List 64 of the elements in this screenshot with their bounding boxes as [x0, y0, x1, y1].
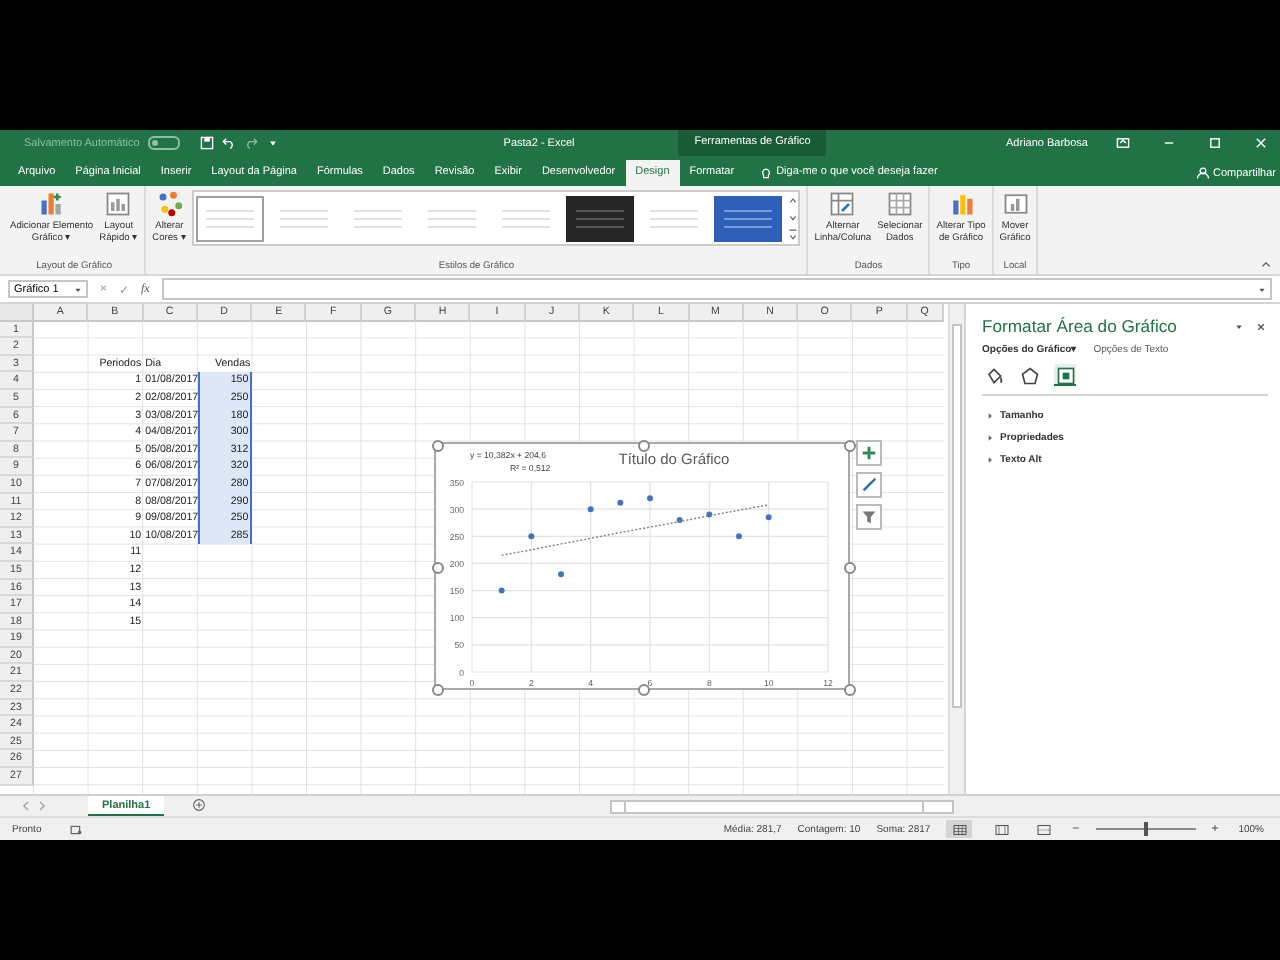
data-point[interactable]: [587, 506, 594, 513]
resize-handle[interactable]: [431, 683, 443, 695]
vertical-scrollbar[interactable]: [948, 304, 964, 794]
view-icon: [1035, 823, 1052, 835]
data-point[interactable]: [676, 517, 683, 523]
chart-add-icon: [37, 190, 66, 218]
resize-handle[interactable]: [637, 683, 649, 695]
collapse-ribbon-icon[interactable]: [1260, 258, 1272, 270]
data-point[interactable]: [617, 499, 624, 506]
chart-styles-button[interactable]: [856, 472, 882, 498]
filter-icon: [860, 508, 878, 526]
plus-icon: [860, 444, 878, 462]
customize-caret-icon[interactable]: [265, 136, 280, 150]
view-icon: [951, 823, 968, 835]
expand-arrow-icon: [986, 433, 994, 441]
data-point[interactable]: [528, 533, 535, 540]
lightbulb-icon: [760, 168, 773, 180]
bar-chart-icon: [947, 190, 976, 218]
resize-handle[interactable]: [431, 439, 443, 451]
expand-arrow-icon: [986, 455, 994, 463]
data-point[interactable]: [498, 587, 505, 594]
resize-handle[interactable]: [843, 439, 855, 451]
pane-title: Formatar Área do Gráfico: [982, 316, 1177, 336]
maximize-icon[interactable]: [1208, 136, 1222, 150]
chart-style-thumbnail[interactable]: [714, 195, 783, 241]
minimize-icon[interactable]: [1162, 136, 1176, 150]
close-icon[interactable]: [1254, 319, 1268, 333]
resize-handle[interactable]: [843, 561, 855, 573]
normal-view-button[interactable]: [946, 820, 973, 838]
paint-bucket-icon: [983, 365, 1003, 385]
resize-handle[interactable]: [637, 439, 649, 451]
autosave-toggle[interactable]: [147, 136, 180, 150]
effects-tab[interactable]: [1018, 364, 1040, 386]
data-point[interactable]: [647, 495, 653, 502]
data-point[interactable]: [765, 514, 772, 521]
size-properties-tab[interactable]: [1054, 364, 1076, 386]
pentagon-icon: [1019, 365, 1039, 385]
redo-icon[interactable]: [243, 136, 258, 150]
resize-handle[interactable]: [431, 561, 443, 573]
person-icon: [1195, 166, 1210, 180]
undo-icon[interactable]: [221, 136, 236, 150]
fill-line-tab[interactable]: [982, 364, 1004, 386]
data-point[interactable]: [558, 571, 564, 578]
chart-style-thumbnail[interactable]: [566, 195, 635, 241]
color-dots-icon: [155, 190, 184, 218]
chart-elements-button[interactable]: [856, 440, 882, 466]
resize-handle[interactable]: [843, 683, 855, 695]
ribbon-display-icon[interactable]: [1116, 136, 1130, 150]
view-icon: [993, 823, 1010, 835]
data-point[interactable]: [736, 533, 742, 540]
horizontal-scrollbar[interactable]: [610, 799, 954, 813]
caret-icon[interactable]: [74, 285, 82, 293]
brush-icon: [860, 476, 878, 494]
zoom-slider-thumb[interactable]: [1143, 822, 1148, 836]
macro-record-icon[interactable]: [69, 823, 82, 835]
expand-arrow-icon: [986, 411, 994, 419]
data-point[interactable]: [706, 511, 713, 518]
expand-caret-icon[interactable]: [1258, 285, 1266, 293]
save-icon[interactable]: [199, 136, 214, 150]
add-sheet-icon[interactable]: [192, 798, 207, 812]
chart-filters-button[interactable]: [856, 504, 882, 530]
chart-style-thumbnail[interactable]: [196, 195, 265, 241]
formula-input[interactable]: [161, 278, 1272, 300]
size-icon: [1055, 365, 1075, 385]
